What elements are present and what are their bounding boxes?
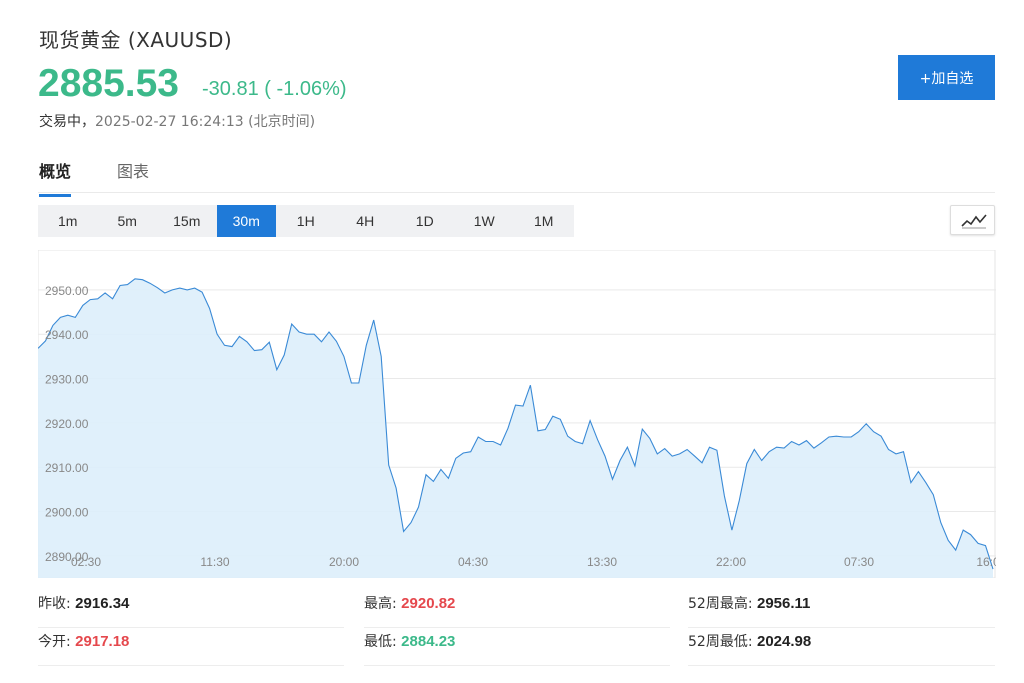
price-change: -30.81 ( -1.06%) [202,78,347,100]
stat-value: 2956.11 [756,595,811,612]
x-tick-label: 11:30 [200,555,229,569]
tab-chart[interactable]: 图表 [117,158,149,194]
y-tick-label: 2900.00 [45,506,89,520]
period-1mo[interactable]: 1M [514,205,574,237]
y-tick-label: 2940.00 [45,328,89,342]
stat-value: 2916.34 [75,595,130,612]
chart-type-toggle[interactable] [950,205,995,235]
period-30m[interactable]: 30m [216,205,276,237]
x-tick-label: 22:00 [716,555,746,569]
period-1h[interactable]: 1H [276,205,336,237]
y-tick-label: 2910.00 [45,461,89,475]
period-1m[interactable]: 1m [38,205,98,237]
stat-value: 2917.18 [75,633,130,650]
period-15m[interactable]: 15m [157,205,217,237]
stat-prev-close: 昨收: 2916.34 [38,590,344,628]
stat-label: 昨收: [38,596,71,612]
line-chart-icon [961,214,987,229]
current-price: 2885.53 [38,62,179,105]
instrument-title: 现货黄金 (XAUUSD) [39,28,233,52]
tab-bar: 概览 图表 [38,150,995,197]
stat-52w-high: 52周最高: 2956.11 [688,590,995,628]
status-timestamp: 2025-02-27 16:24:13 [95,114,244,130]
stat-value: 2024.98 [756,633,812,650]
period-4h[interactable]: 4H [336,205,396,237]
stat-low: 最低: 2884.23 [364,628,670,666]
period-1d[interactable]: 1D [395,205,455,237]
stat-label: 今开: [38,634,71,650]
stat-label: 52周最高: [688,596,753,612]
stat-open: 今开: 2917.18 [38,628,344,666]
stat-high: 最高: 2920.82 [364,590,670,628]
y-tick-label: 2920.00 [45,417,89,431]
stat-label: 最低: [364,634,397,650]
add-watchlist-button[interactable]: +加自选 [898,55,995,100]
x-tick-label: 02:30 [71,555,101,569]
trading-status: 交易中，2025-02-27 16:24:13 (北京时间) [39,111,315,131]
y-tick-label: 2950.00 [45,284,89,298]
x-tick-label: 20:00 [329,555,359,569]
x-tick-label: 07:30 [844,555,874,569]
status-timezone: (北京时间) [248,114,316,130]
stat-value: 2884.23 [401,633,456,650]
stat-52w-low: 52周最低: 2024.98 [688,628,995,666]
x-tick-label: 04:30 [458,555,488,569]
stat-label: 52周最低: [688,634,753,650]
period-5m[interactable]: 5m [98,205,158,237]
x-tick-label: 16:0 [976,555,996,569]
x-tick-label: 13:30 [587,555,617,569]
stat-label: 最高: [364,596,397,612]
price-chart[interactable]: 2950.00 2940.00 2930.00 2920.00 2910.00 2900.… [38,250,996,578]
stat-value: 2920.82 [401,595,456,612]
status-label: 交易中， [39,114,95,130]
period-1w[interactable]: 1W [455,205,515,237]
tab-overview[interactable]: 概览 [39,158,72,197]
y-tick-label: 2930.00 [45,373,89,387]
period-selector: 1m 5m 15m 30m 1H 4H 1D 1W 1M [38,205,574,237]
